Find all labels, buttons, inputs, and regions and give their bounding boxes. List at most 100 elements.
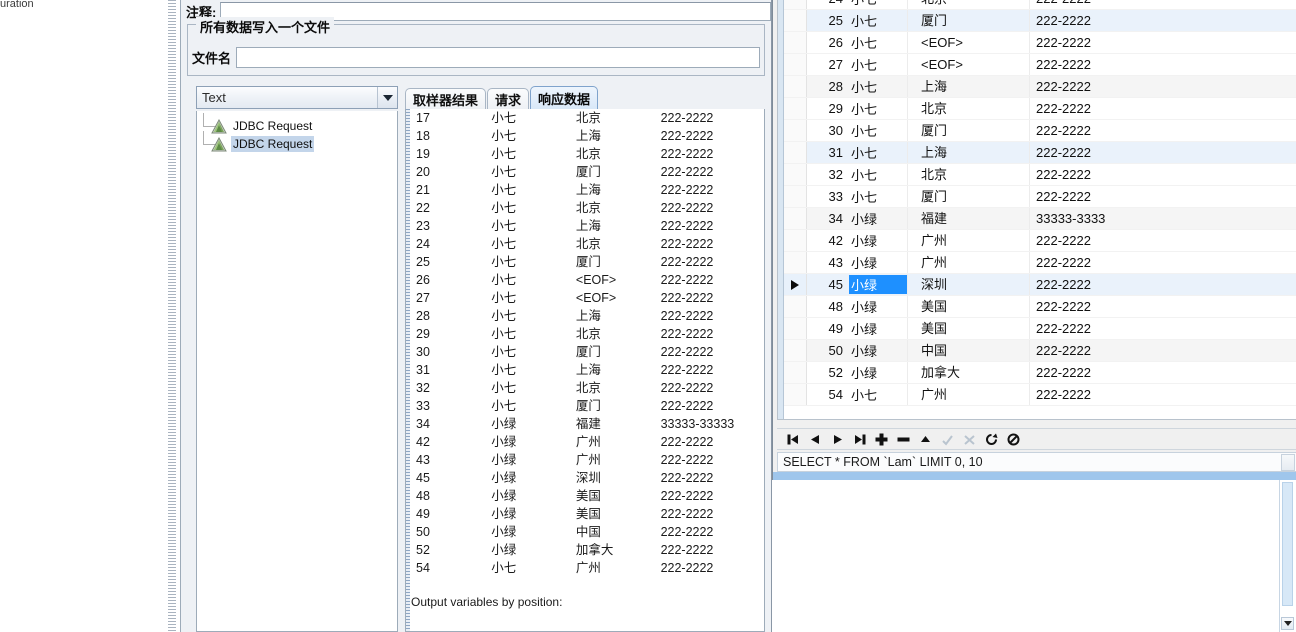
grid-row[interactable]: 52 小绿 加拿大 222-2222 <box>784 362 1296 384</box>
grid-cell-phone[interactable]: 222-2222 <box>1029 230 1229 251</box>
grid-cell-phone[interactable]: 222-2222 <box>1029 142 1229 163</box>
grid-cell-id[interactable]: 24 <box>807 0 849 6</box>
grid-cell-name[interactable]: 小七 <box>849 33 907 52</box>
grid-cell-phone[interactable]: 222-2222 <box>1029 252 1229 273</box>
grid-cell-name[interactable]: 小七 <box>849 0 907 8</box>
tree-item-jdbc-request-2[interactable]: JDBC Request <box>197 131 397 153</box>
grid-row[interactable]: 43 小绿 广州 222-2222 <box>784 252 1296 274</box>
row-gutter[interactable] <box>784 76 807 97</box>
grid-cell-name[interactable]: 小绿 <box>849 275 907 294</box>
grid-row[interactable]: 27 小七 <EOF> 222-2222 <box>784 54 1296 76</box>
last-record-icon[interactable] <box>849 429 870 449</box>
row-gutter[interactable] <box>784 98 807 119</box>
grid-cell-id[interactable]: 31 <box>807 145 849 160</box>
tab-sampler-result[interactable]: 取样器结果 <box>405 88 487 109</box>
grid-cell-name[interactable]: 小七 <box>849 11 907 30</box>
grid-cell-name[interactable]: 小七 <box>849 121 907 140</box>
scroll-down-arrow-icon[interactable] <box>1281 617 1294 630</box>
grid-cell-id[interactable]: 25 <box>807 13 849 28</box>
grid-row[interactable]: 33 小七 厦门 222-2222 <box>784 186 1296 208</box>
vertical-splitter-left[interactable] <box>168 0 176 632</box>
tab-response-data[interactable]: 响应数据 <box>530 86 599 109</box>
grid-row[interactable]: 49 小绿 美国 222-2222 <box>784 318 1296 340</box>
row-gutter[interactable] <box>784 120 807 141</box>
grid-cell-id[interactable]: 50 <box>807 343 849 358</box>
grid-cell-phone[interactable]: 222-2222 <box>1029 10 1229 31</box>
grid-cell-city[interactable]: 广州 <box>907 252 1029 273</box>
row-gutter[interactable] <box>784 10 807 31</box>
view-type-combo[interactable]: Text <box>196 86 398 109</box>
grid-cell-name[interactable]: 小七 <box>849 187 907 206</box>
grid-cell-name[interactable]: 小绿 <box>849 363 907 382</box>
row-gutter[interactable] <box>784 186 807 207</box>
grid-cell-name[interactable]: 小七 <box>849 99 907 118</box>
grid-cell-id[interactable]: 26 <box>807 35 849 50</box>
grid-cell-phone[interactable]: 222-2222 <box>1029 76 1229 97</box>
grid-cell-city[interactable]: 厦门 <box>907 10 1029 31</box>
grid-cell-city[interactable]: 福建 <box>907 208 1029 229</box>
grid-cell-id[interactable]: 52 <box>807 365 849 380</box>
grid-cell-phone[interactable]: 222-2222 <box>1029 120 1229 141</box>
grid-cell-city[interactable]: 厦门 <box>907 186 1029 207</box>
grid-cell-phone[interactable]: 222-2222 <box>1029 0 1229 9</box>
grid-row[interactable]: 25 小七 厦门 222-2222 <box>784 10 1296 32</box>
row-gutter[interactable] <box>784 230 807 251</box>
grid-cell-phone[interactable]: 33333-3333 <box>1029 208 1229 229</box>
grid-cell-phone[interactable]: 222-2222 <box>1029 98 1229 119</box>
grid-row[interactable]: 28 小七 上海 222-2222 <box>784 76 1296 98</box>
grid-row[interactable]: 34 小绿 福建 33333-3333 <box>784 208 1296 230</box>
current-row-indicator[interactable] <box>784 274 807 295</box>
grid-cell-id[interactable]: 34 <box>807 211 849 226</box>
grid-cell-city[interactable]: 广州 <box>907 384 1029 405</box>
grid-cell-name[interactable]: 小绿 <box>849 253 907 272</box>
row-gutter[interactable] <box>784 384 807 405</box>
grid-cell-name[interactable]: 小绿 <box>849 341 907 360</box>
grid-cell-city[interactable]: 上海 <box>907 142 1029 163</box>
row-gutter[interactable] <box>784 164 807 185</box>
grid-cell-city[interactable]: 广州 <box>907 230 1029 251</box>
chevron-down-icon[interactable] <box>377 87 397 108</box>
previous-record-icon[interactable] <box>805 429 826 449</box>
grid-cell-phone[interactable]: 222-2222 <box>1029 340 1229 361</box>
grid-cell-id[interactable]: 29 <box>807 101 849 116</box>
edit-record-icon[interactable] <box>915 429 936 449</box>
add-record-icon[interactable] <box>871 429 892 449</box>
row-gutter[interactable] <box>784 54 807 75</box>
tree-item-jdbc-request-1[interactable]: JDBC Request <box>197 113 397 135</box>
grid-row[interactable]: 29 小七 北京 222-2222 <box>784 98 1296 120</box>
grid-cell-name[interactable]: 小绿 <box>849 231 907 250</box>
grid-cell-name[interactable]: 小七 <box>849 165 907 184</box>
row-gutter[interactable] <box>784 362 807 383</box>
grid-cell-city[interactable]: 美国 <box>907 296 1029 317</box>
grid-row[interactable]: 30 小七 厦门 222-2222 <box>784 120 1296 142</box>
grid-row[interactable]: 45 小绿 深圳 222-2222 <box>784 274 1296 296</box>
grid-cell-name[interactable]: 小绿 <box>849 297 907 316</box>
grid-cell-id[interactable]: 42 <box>807 233 849 248</box>
grid-cell-phone[interactable]: 222-2222 <box>1029 164 1229 185</box>
grid-cell-city[interactable]: <EOF> <box>907 54 1029 75</box>
next-record-icon[interactable] <box>827 429 848 449</box>
grid-cell-id[interactable]: 43 <box>807 255 849 270</box>
row-gutter[interactable] <box>784 318 807 339</box>
grid-row[interactable]: 24小七北京222-2222 <box>784 0 1296 10</box>
row-gutter[interactable] <box>784 296 807 317</box>
grid-cell-phone[interactable]: 222-2222 <box>1029 54 1229 75</box>
grid-cell-id[interactable]: 45 <box>807 277 849 292</box>
grid-row[interactable]: 26 小七 <EOF> 222-2222 <box>784 32 1296 54</box>
grid-cell-city[interactable]: 深圳 <box>907 274 1029 295</box>
grid-cell-city[interactable]: 北京 <box>907 164 1029 185</box>
sampler-result-tree[interactable]: JDBC Request JDBC Request <box>196 111 398 632</box>
clear-filter-icon[interactable] <box>1003 429 1024 449</box>
grid-row[interactable]: 32 小七 北京 222-2222 <box>784 164 1296 186</box>
grid-cell-name[interactable]: 小七 <box>849 143 907 162</box>
row-gutter[interactable] <box>784 340 807 361</box>
grid-cell-city[interactable]: 加拿大 <box>907 362 1029 383</box>
grid-cell-phone[interactable]: 222-2222 <box>1029 362 1229 383</box>
row-gutter[interactable] <box>784 252 807 273</box>
grid-cell-city[interactable]: 北京 <box>907 0 1029 9</box>
first-record-icon[interactable] <box>783 429 804 449</box>
grid-cell-city[interactable]: 中国 <box>907 340 1029 361</box>
grid-cell-id[interactable]: 27 <box>807 57 849 72</box>
grid-cell-id[interactable]: 33 <box>807 189 849 204</box>
grid-cell-phone[interactable]: 222-2222 <box>1029 296 1229 317</box>
